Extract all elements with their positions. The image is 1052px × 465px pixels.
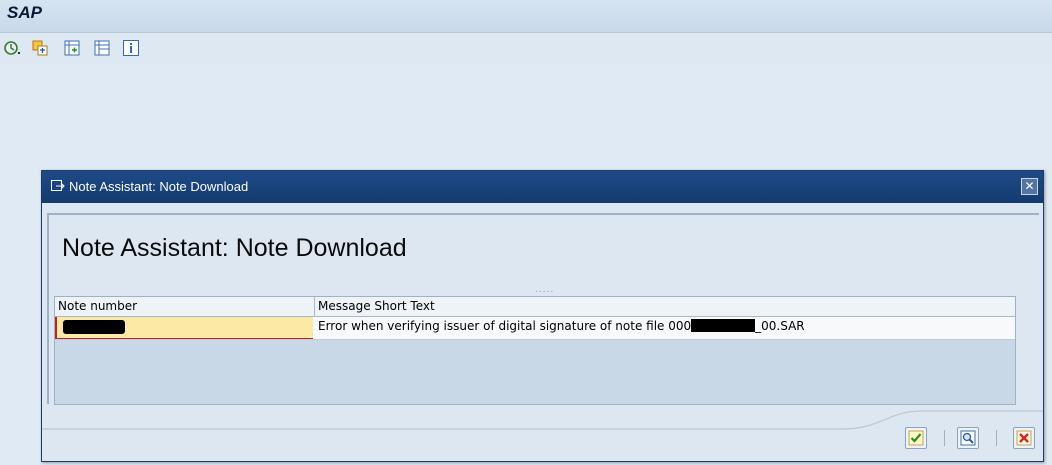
dialog-window-icon (51, 180, 65, 191)
button-separator (996, 430, 997, 446)
splitter-handle[interactable]: ..... (535, 285, 554, 295)
dialog-titlebar[interactable]: Note Assistant: Note Download ✕ (42, 171, 1043, 203)
dialog-title: Note Assistant: Note Download (69, 179, 249, 194)
dialog-body: Note Assistant: Note Download ..... Note… (47, 213, 1039, 405)
redaction-mark (63, 320, 125, 334)
app-titlebar: SAP (0, 0, 1052, 33)
info-icon[interactable] (123, 40, 139, 56)
application-toolbar (0, 33, 1052, 63)
copy-icon[interactable] (32, 40, 48, 56)
display-button[interactable] (957, 427, 979, 449)
message-text-prefix: Error when verifying issuer of digital s… (318, 319, 692, 333)
button-separator (944, 430, 945, 446)
footer-curve-decoration (42, 410, 1043, 430)
add-table-icon[interactable] (64, 40, 80, 56)
table-icon[interactable] (94, 40, 110, 56)
note-number-cell[interactable] (55, 317, 313, 339)
close-icon[interactable]: ✕ (1021, 178, 1038, 195)
dialog-heading: Note Assistant: Note Download (62, 234, 407, 262)
message-text-suffix: _00.SAR (755, 319, 805, 333)
column-separator[interactable] (314, 297, 315, 316)
checkmark-icon (908, 430, 924, 446)
column-header-note-number[interactable]: Note number (58, 299, 137, 313)
message-table: Note number Message Short Text Error whe… (54, 296, 1016, 405)
app-title: SAP (7, 3, 42, 22)
magnifier-icon (960, 430, 976, 446)
cancel-button[interactable] (1013, 427, 1035, 449)
cancel-x-icon (1016, 430, 1032, 446)
table-row[interactable]: Error when verifying issuer of digital s… (55, 317, 1015, 340)
dialog-footer (42, 409, 1043, 461)
redaction-mark (691, 319, 756, 332)
column-header-message[interactable]: Message Short Text (318, 299, 435, 313)
execute-icon[interactable] (4, 40, 20, 56)
message-short-text-cell[interactable]: Error when verifying issuer of digital s… (318, 319, 805, 333)
continue-button[interactable] (905, 427, 927, 449)
note-download-dialog: Note Assistant: Note Download ✕ Note Ass… (41, 170, 1044, 462)
table-header: Note number Message Short Text (55, 297, 1015, 317)
